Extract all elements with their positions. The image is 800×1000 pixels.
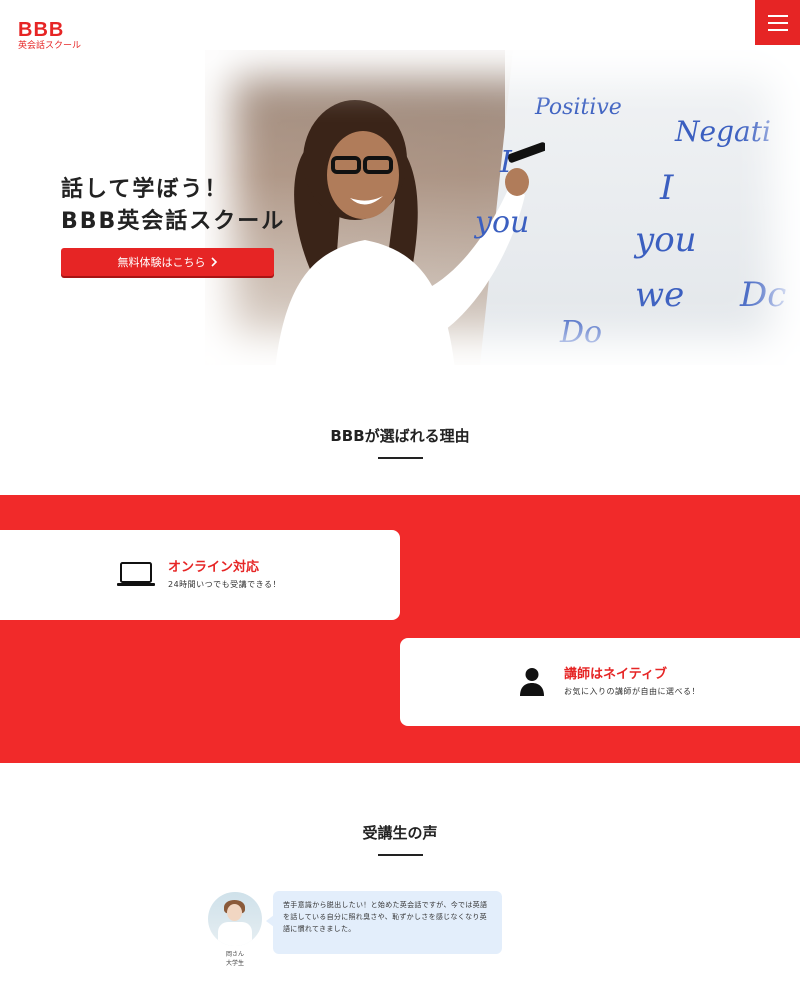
- board-word: we: [635, 275, 685, 315]
- board-word: I: [500, 145, 512, 180]
- board-word: you: [635, 220, 697, 260]
- hero-heading: 話して学ぼう！ BBB英会話スクール: [61, 174, 285, 238]
- logo-text: BBB: [18, 19, 65, 41]
- voice-author-name: 岡さん: [225, 951, 244, 958]
- board-word: Do: [560, 315, 603, 350]
- reason-card-native: 講師はネイティブ お気に入りの講師が自由に選べる！: [400, 638, 800, 726]
- chevron-right-icon: [210, 257, 217, 267]
- voice-author: 岡さん 大学生: [208, 950, 262, 968]
- avatar: [208, 892, 262, 946]
- site-logo[interactable]: BBB 英会話スクール: [18, 20, 81, 52]
- voice-bubble: 苦手意識から脱出したい！と始めた英会話ですが、今では英語を話している自分に照れ臭…: [266, 891, 502, 954]
- board-word: you: [475, 205, 530, 240]
- reason-card-online: オンライン対応 24時間いつでも受講できる！: [0, 530, 400, 620]
- voices-heading-underline: [378, 854, 423, 856]
- reason-title: オンライン対応: [168, 560, 260, 575]
- board-word: Dc: [740, 275, 787, 315]
- reason-desc: お気に入りの講師が自由に選べる！: [564, 687, 700, 696]
- menu-button[interactable]: [755, 0, 800, 45]
- hero-heading-line1: 話して学ぼう！: [61, 177, 229, 202]
- board-word: Negati: [675, 115, 771, 148]
- logo-subtitle: 英会話スクール: [18, 41, 82, 51]
- voices-heading: 受講生の声: [362, 824, 438, 842]
- hero-heading-line2: BBB英会話スクール: [61, 209, 286, 234]
- reason-title: 講師はネイティブ: [564, 667, 667, 682]
- free-trial-label: 無料体験はこちら: [117, 257, 206, 269]
- reason-desc: 24時間いつでも受講できる！: [168, 580, 282, 589]
- person-icon: [512, 666, 552, 698]
- board-word: Positive: [535, 95, 622, 120]
- free-trial-button[interactable]: 無料体験はこちら: [61, 248, 274, 276]
- reasons-heading-underline: [378, 457, 423, 459]
- reasons-heading: BBBが選ばれる理由: [330, 427, 470, 445]
- hamburger-icon: [767, 14, 788, 17]
- voice-author-role: 大学生: [225, 960, 244, 967]
- hero-image: Positive Negati I I you you we Do Dc: [205, 50, 800, 365]
- laptop-icon: [116, 559, 156, 591]
- board-word: I: [660, 168, 674, 208]
